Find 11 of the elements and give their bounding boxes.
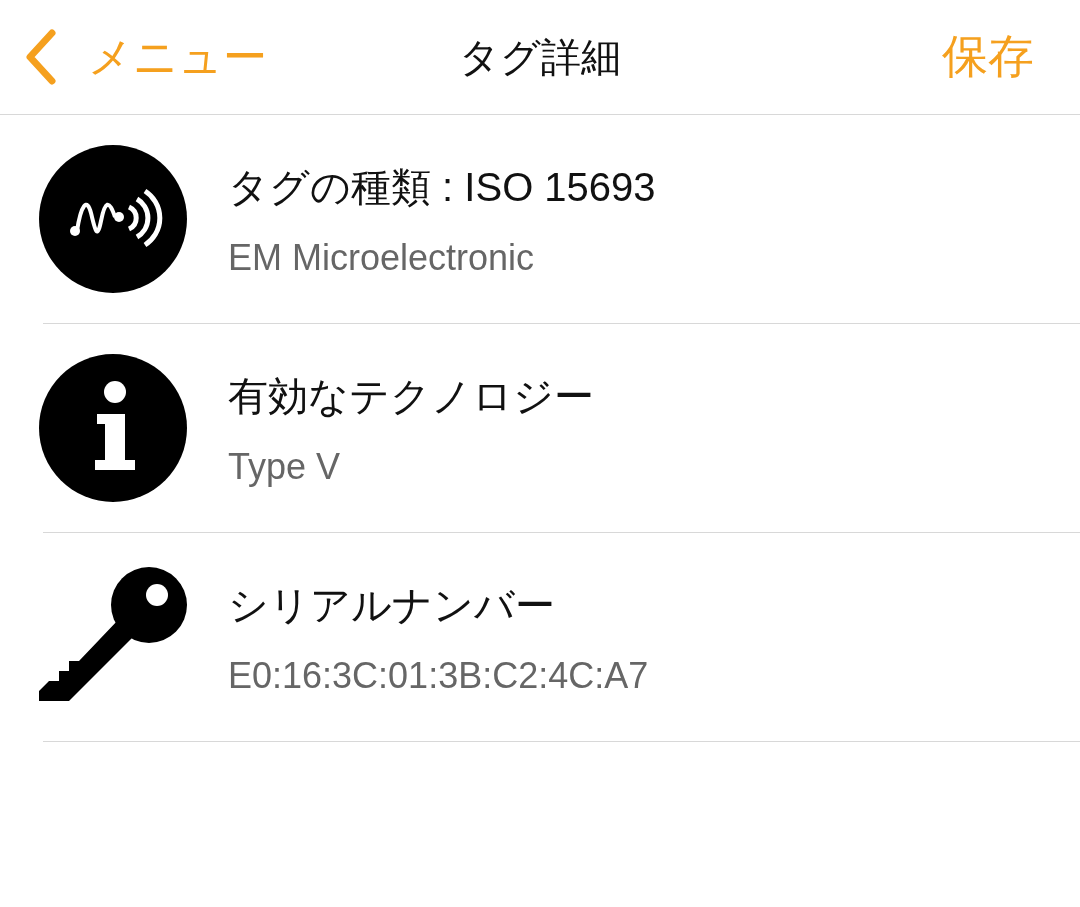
row-title: 有効なテクノロジー xyxy=(228,372,594,420)
row-value: EM Microelectronic xyxy=(228,236,536,279)
row-value: E0:16:3C:01:3B:C2:4C:A7 xyxy=(228,654,649,697)
nfc-tag-icon xyxy=(39,145,187,293)
row-value: Type V xyxy=(228,445,342,488)
save-button[interactable]: 保存 xyxy=(942,26,1034,88)
screen-title: タグ詳細 xyxy=(459,33,621,81)
row-title: シリアルナンバー xyxy=(228,581,556,629)
info-icon xyxy=(39,354,187,502)
row-title: タグの種類 : ISO 15693 xyxy=(228,163,656,211)
back-button[interactable]: メニュー xyxy=(22,27,267,87)
